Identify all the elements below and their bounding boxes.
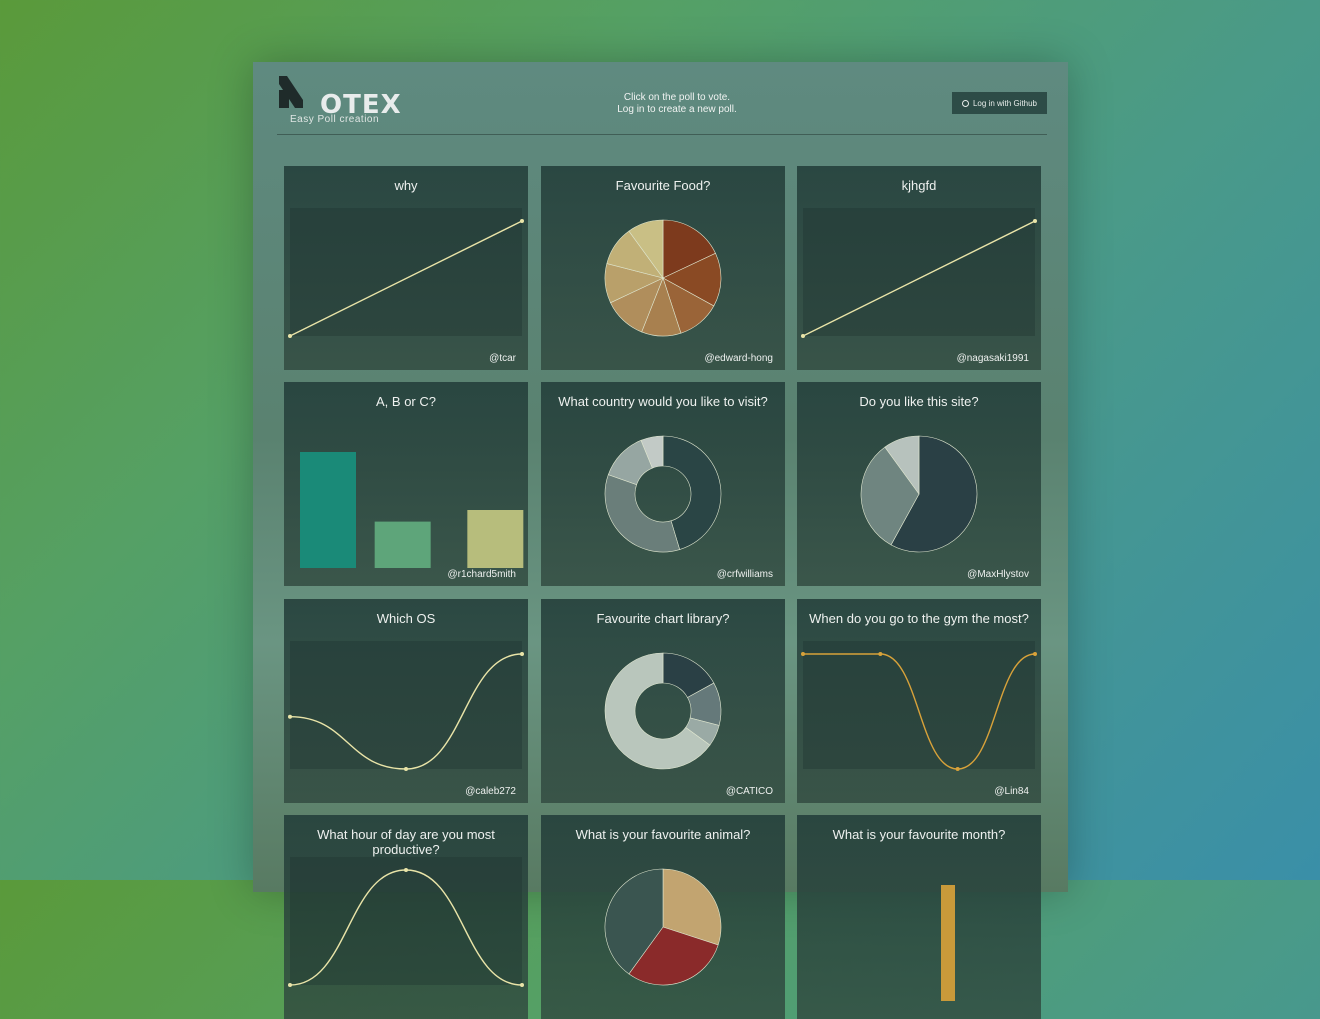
login-button-label: Log in with Github: [972, 98, 1038, 108]
poll-author: @CATICO: [725, 786, 773, 797]
poll-card[interactable]: kjhgfd @nagasaki1991: [797, 166, 1041, 370]
bar: [467, 510, 524, 568]
poll-card[interactable]: What is your favourite month?: [797, 815, 1041, 1019]
instructions-line-1: Click on the poll to vote.: [623, 92, 731, 103]
data-point: [1033, 652, 1037, 656]
poll-title: Do you like this site?: [859, 394, 979, 409]
logo-mark-icon: [279, 76, 303, 108]
poll-chart: [604, 219, 722, 337]
poll-card[interactable]: What is your favourite animal?: [541, 815, 785, 1019]
data-point: [288, 983, 292, 987]
poll-card[interactable]: When do you go to the gym the most? @Lin8…: [797, 599, 1041, 803]
chart-area: [803, 208, 1035, 336]
poll-author: @r1chard5mith: [447, 569, 516, 580]
poll-chart: [604, 652, 722, 770]
data-point: [520, 983, 524, 987]
poll-title: What is your favourite month?: [832, 827, 1006, 842]
data-point: [1033, 219, 1037, 223]
data-point: [520, 652, 524, 656]
poll-title: A, B or C?: [376, 394, 436, 409]
poll-author: @Lin84: [994, 786, 1029, 797]
poll-chart: [801, 208, 1037, 338]
poll-author: @crfwilliams: [716, 569, 773, 580]
data-point: [520, 219, 524, 223]
poll-card[interactable]: What hour of day are you most productive…: [284, 815, 528, 1019]
poll-chart: [801, 641, 1037, 771]
poll-title: When do you go to the gym the most?: [809, 611, 1029, 626]
poll-title: What hour of day are you most productive…: [317, 827, 495, 857]
poll-chart: [288, 641, 524, 771]
bar: [374, 521, 431, 568]
chart-area: [803, 641, 1035, 769]
login-github-button[interactable]: Log in with Github: [952, 92, 1047, 114]
poll-title: kjhgfd: [901, 178, 937, 193]
logo-tagline: Easy Poll creation: [290, 114, 380, 125]
pie-slice: [604, 474, 681, 553]
poll-chart: [860, 435, 978, 553]
data-point: [404, 767, 408, 771]
poll-author: @edward-hong: [704, 353, 773, 364]
poll-title: Favourite chart library?: [596, 611, 730, 626]
poll-title: Favourite Food?: [615, 178, 711, 193]
poll-author: @MaxHlystov: [967, 569, 1029, 580]
poll-author: @caleb272: [465, 786, 516, 797]
poll-card[interactable]: Which OS @caleb272: [284, 599, 528, 803]
poll-chart: [941, 885, 955, 1001]
bar: [300, 452, 356, 568]
poll-card[interactable]: What country would you like to visit? @cr…: [541, 382, 785, 586]
data-point: [288, 714, 292, 719]
poll-title: What is your favourite animal?: [575, 827, 751, 842]
data-point: [404, 868, 408, 872]
poll-chart: [300, 452, 524, 568]
data-point: [801, 652, 805, 656]
poll-card[interactable]: Favourite Food? @edward-hong: [541, 166, 785, 370]
header: OTEX Easy Poll creation Click on the pol…: [277, 72, 1047, 135]
data-point: [801, 334, 805, 338]
logo[interactable]: OTEX Easy Poll creation: [277, 72, 407, 128]
poll-title: Which OS: [376, 611, 436, 626]
instructions-line-2: Log in to create a new poll.: [617, 104, 737, 115]
bar: [941, 885, 955, 1001]
poll-author: @nagasaki1991: [956, 353, 1029, 364]
poll-card[interactable]: A, B or C? @r1chard5mith: [284, 382, 528, 586]
data-point: [955, 767, 960, 771]
poll-title: why: [394, 178, 418, 193]
instructions: Click on the poll to vote. Log in to cre…: [577, 92, 777, 116]
poll-chart: [604, 868, 722, 986]
data-point: [878, 652, 883, 656]
chart-area: [290, 208, 522, 336]
poll-title: What country would you like to visit?: [558, 394, 768, 409]
poll-author: @tcar: [489, 353, 516, 364]
poll-chart: [604, 435, 722, 553]
poll-card[interactable]: Favourite chart library? @CATICO: [541, 599, 785, 803]
poll-chart: [288, 208, 524, 338]
poll-card[interactable]: Do you like this site? @MaxHlystov: [797, 382, 1041, 586]
data-point: [288, 334, 292, 338]
github-icon: [961, 99, 969, 107]
chart-area: [290, 641, 522, 769]
poll-card[interactable]: why @tcar: [284, 166, 528, 370]
